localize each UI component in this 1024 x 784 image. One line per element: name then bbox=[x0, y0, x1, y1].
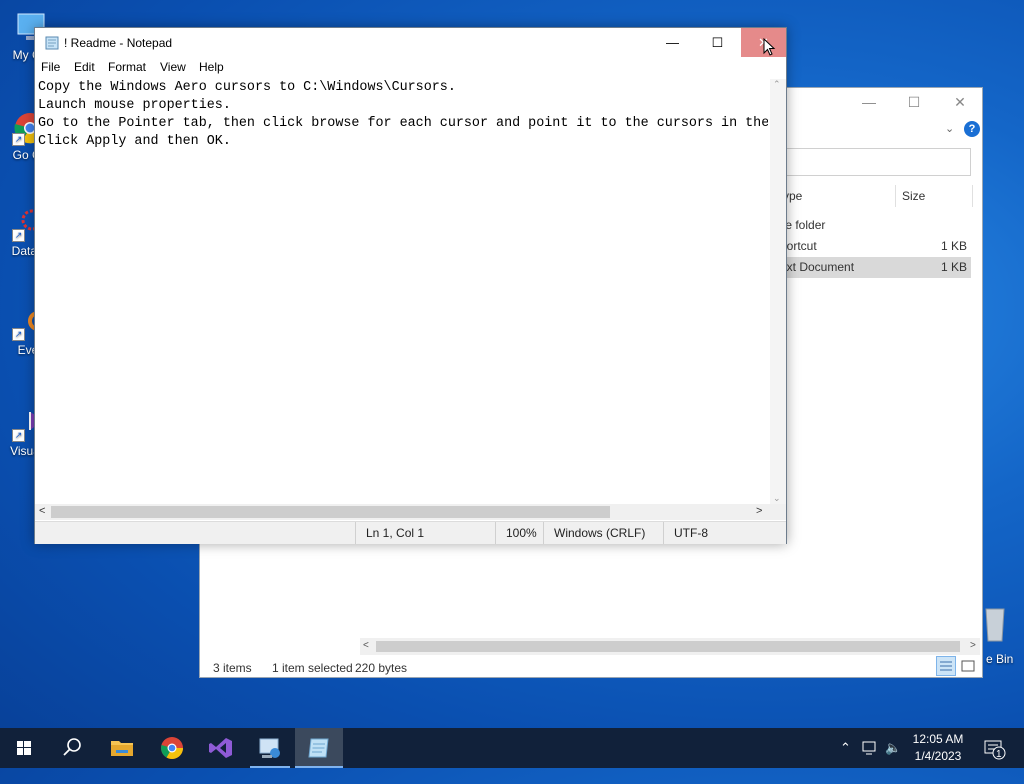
status-bar: Ln 1, Col 1 100% Windows (CRLF) UTF-8 bbox=[35, 521, 786, 544]
selection-count: 1 item selected bbox=[272, 661, 353, 675]
shortcut-arrow-icon: ↗ bbox=[12, 429, 25, 442]
shortcut-arrow-icon: ↗ bbox=[12, 133, 25, 146]
window-title: ! Readme - Notepad bbox=[64, 36, 173, 50]
notepad-window[interactable]: ! Readme - Notepad — ☐ ✕ File Edit Forma… bbox=[34, 27, 787, 544]
list-item[interactable]: ext Document 1 KB bbox=[760, 257, 971, 278]
minimize-button[interactable]: — bbox=[650, 28, 695, 57]
scrollbar-thumb[interactable] bbox=[51, 506, 610, 518]
item-size: 1 KB bbox=[940, 239, 967, 253]
search-icon bbox=[63, 738, 81, 756]
visual-studio-icon bbox=[209, 738, 232, 758]
selection-size: 220 bytes bbox=[355, 661, 408, 675]
start-icon bbox=[17, 741, 31, 755]
item-type: ext Document bbox=[780, 260, 855, 274]
column-divider[interactable] bbox=[972, 185, 973, 207]
notepad-icon bbox=[45, 35, 60, 50]
notification-count-badge: 1 bbox=[996, 749, 1002, 760]
text-editor-area[interactable]: Copy the Windows Aero cursors to C:\Wind… bbox=[38, 79, 768, 504]
column-divider[interactable] bbox=[895, 185, 896, 207]
taskbar-visual-studio[interactable] bbox=[197, 728, 245, 768]
scroll-right-icon[interactable]: > bbox=[970, 640, 976, 651]
menu-edit[interactable]: Edit bbox=[74, 60, 95, 74]
scrollbar-thumb[interactable] bbox=[376, 641, 960, 652]
item-size: 1 KB bbox=[940, 260, 967, 274]
details-view-icon bbox=[940, 661, 952, 671]
menu-file[interactable]: File bbox=[41, 60, 60, 74]
search-button[interactable] bbox=[48, 728, 96, 768]
shortcut-arrow-icon: ↗ bbox=[12, 328, 25, 341]
explorer-status-bar: 3 items 1 item selected 220 bytes bbox=[200, 658, 982, 678]
notepad-icon bbox=[308, 738, 329, 758]
clock[interactable]: 12:05 AM 1/4/2023 bbox=[905, 731, 971, 765]
large-icons-view-icon bbox=[961, 660, 975, 672]
explorer-minimize-button[interactable]: — bbox=[846, 94, 892, 110]
title-bar[interactable]: ! Readme - Notepad — ☐ ✕ bbox=[35, 28, 786, 58]
clock-time: 12:05 AM bbox=[912, 732, 964, 746]
chevron-down-icon[interactable]: ⌄ bbox=[945, 122, 954, 135]
item-count: 3 items bbox=[213, 661, 252, 675]
scroll-up-icon[interactable]: ⌃ bbox=[773, 79, 781, 90]
scroll-down-icon[interactable]: ⌄ bbox=[773, 493, 781, 504]
scroll-left-icon[interactable]: < bbox=[363, 640, 369, 651]
shortcut-arrow-icon: ↗ bbox=[12, 229, 25, 242]
column-header-size[interactable]: Size bbox=[902, 189, 925, 203]
scrollbar-corner bbox=[770, 504, 786, 520]
cursor-position: Ln 1, Col 1 bbox=[355, 522, 497, 544]
taskbar-notepad[interactable] bbox=[295, 728, 343, 768]
help-icon[interactable]: ? bbox=[964, 121, 980, 137]
network-icon[interactable] bbox=[862, 728, 878, 768]
chrome-icon bbox=[161, 737, 183, 759]
details-view-button[interactable] bbox=[936, 656, 956, 676]
zoom-level: 100% bbox=[495, 522, 544, 544]
clock-date: 1/4/2023 bbox=[914, 749, 962, 763]
mouse-cursor-icon bbox=[763, 38, 776, 56]
menu-help[interactable]: Help bbox=[199, 60, 224, 74]
show-hidden-icons-icon[interactable]: ⌃ bbox=[840, 728, 851, 768]
vertical-scrollbar[interactable]: ⌃ ⌄ bbox=[770, 79, 786, 504]
encoding: UTF-8 bbox=[663, 522, 783, 544]
menu-bar: File Edit Format View Help bbox=[35, 58, 786, 78]
volume-icon[interactable]: 🔈 bbox=[885, 728, 901, 768]
list-item[interactable]: ile folder bbox=[760, 215, 971, 236]
maximize-button[interactable]: ☐ bbox=[695, 28, 740, 57]
menu-view[interactable]: View bbox=[160, 60, 186, 74]
explorer-close-button[interactable]: ✕ bbox=[937, 94, 983, 111]
scroll-right-icon[interactable]: > bbox=[756, 505, 762, 517]
file-explorer-icon bbox=[111, 741, 133, 756]
taskbar-file-explorer[interactable] bbox=[98, 728, 146, 768]
start-button[interactable] bbox=[0, 728, 48, 768]
recycle-bin-icon[interactable] bbox=[980, 605, 1010, 643]
taskbar-chrome[interactable] bbox=[148, 728, 196, 768]
list-item[interactable]: hortcut 1 KB bbox=[760, 236, 971, 257]
recycle-bin-label: e Bin bbox=[986, 652, 1014, 666]
scroll-left-icon[interactable]: < bbox=[39, 505, 45, 517]
taskbar-network-tool[interactable] bbox=[246, 728, 294, 768]
horizontal-scrollbar[interactable]: < > bbox=[35, 504, 770, 520]
search-input[interactable] bbox=[760, 148, 971, 176]
network-tool-icon bbox=[259, 738, 280, 758]
taskbar: ⌃ 🔈 12:05 AM 1/4/2023 1 bbox=[0, 728, 1024, 768]
action-center-icon[interactable] bbox=[983, 728, 1007, 768]
line-ending: Windows (CRLF) bbox=[543, 522, 663, 544]
menu-format[interactable]: Format bbox=[108, 60, 146, 74]
large-icons-view-button[interactable] bbox=[958, 656, 978, 676]
explorer-maximize-button[interactable]: ☐ bbox=[891, 94, 937, 111]
